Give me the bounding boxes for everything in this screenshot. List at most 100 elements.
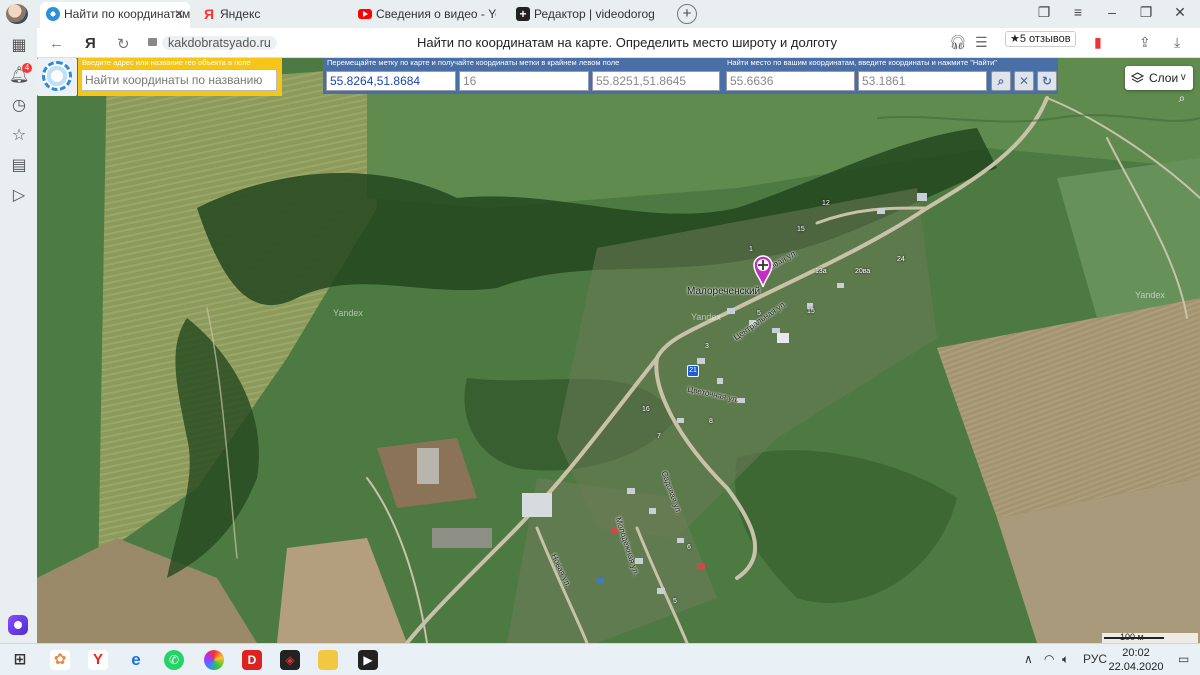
restore-button[interactable]: ❐ [1136, 4, 1156, 21]
bookmark-icon[interactable]: ▮ [1094, 34, 1102, 51]
tab-youtube[interactable]: Сведения о видео - YouTu [352, 2, 502, 28]
volume-icon[interactable]: 🔈︎ [1062, 652, 1069, 667]
share-icon[interactable]: ⇪ [1139, 34, 1151, 51]
search-caption: Введите адрес или название гео объекта в… [82, 58, 251, 67]
map-watermark: Yandex [333, 308, 363, 318]
edge-icon[interactable]: e [126, 650, 146, 670]
notifications-icon[interactable]: ▭ [1178, 652, 1189, 666]
windows-taskbar: ⊞ ✿ Y e ✆ D ◈ ▶ ∧ ◠ 🔈︎ РУС 20:02 22.04.2… [0, 643, 1200, 675]
tab-title: Сведения о видео - YouTu [376, 7, 496, 21]
windows-start-icon[interactable]: ⊞ [10, 650, 30, 670]
tab-title: Яндекс [220, 7, 261, 21]
download-icon[interactable]: ⤓ [1174, 34, 1180, 51]
refresh-icon[interactable]: ↻ [1037, 71, 1057, 91]
zoom-field[interactable]: 16 [459, 71, 589, 91]
photos-pinwheel-icon[interactable] [204, 650, 224, 670]
whatsapp-icon[interactable]: ✆ [164, 650, 184, 670]
headphones-icon[interactable]: 🎧︎ [949, 34, 967, 51]
url-field[interactable]: kakdobratsyado.ru [148, 34, 277, 52]
media-app-icon[interactable]: ◈ [280, 650, 300, 670]
tab-title: Редактор | videodorogross [534, 7, 654, 21]
address-bar: ← Я ↻ kakdobratsyado.ru Найти по координ… [37, 28, 1200, 58]
reviews-button[interactable]: ★5 отзывов [1005, 31, 1076, 47]
layers-icon [1131, 72, 1144, 83]
marker-coordinates-field[interactable]: 55.8264,51.8684 [326, 71, 456, 91]
house-number: 20ва [855, 268, 871, 275]
location-marker-icon[interactable] [752, 254, 774, 288]
plus-box-icon: + [516, 7, 530, 21]
new-tab-button[interactable]: + [677, 4, 697, 24]
tab-yandex[interactable]: Я Яндекс [196, 2, 336, 28]
search-input[interactable] [81, 69, 277, 91]
favorites-star-icon[interactable]: ☆ [9, 126, 29, 146]
map-watermark: Yandex [1135, 290, 1165, 300]
close-window-button[interactable]: ✕ [1170, 4, 1190, 21]
house-number: 15 [797, 226, 805, 233]
find-caption: Найти место по вашим координатам, введит… [727, 58, 997, 67]
map-imagery [37, 58, 1200, 643]
play-circle-icon[interactable]: ▷ [9, 186, 29, 206]
collections-icon[interactable]: ▤ [9, 156, 29, 176]
house-number: 12 [822, 200, 830, 207]
menu-icon[interactable]: ≡ [1068, 4, 1088, 20]
find-by-coordinates-panel: Найти место по вашим координатам, введит… [723, 58, 1058, 94]
tab-title: Найти по координатам [64, 7, 190, 21]
coordinates-caption: Перемещайте метку по карте и получайте к… [327, 58, 620, 67]
longitude-field[interactable]: 53.1861 [858, 71, 987, 91]
clock[interactable]: 20:02 22.04.2020 [1106, 646, 1166, 674]
globe-icon [46, 7, 60, 21]
app-flower-icon[interactable]: ✿ [50, 650, 70, 670]
reader-mode-icon[interactable]: ☰ [975, 34, 988, 51]
reload-icon[interactable]: ↻ [117, 35, 130, 53]
video-player-icon[interactable]: ▶ [358, 650, 378, 670]
clock-time: 20:02 [1122, 647, 1150, 659]
house-number: 16 [642, 406, 650, 413]
house-number: 6 [687, 544, 691, 551]
yandex-button[interactable]: Я [85, 35, 96, 52]
yandex-icon: Я [203, 6, 215, 22]
language-indicator[interactable]: РУС [1083, 652, 1107, 666]
site-logo[interactable] [37, 58, 77, 96]
close-tab-icon[interactable]: ✕ [174, 2, 184, 26]
house-number: 8 [709, 418, 713, 425]
village-label: Малореченский [687, 286, 761, 297]
back-arrow-icon[interactable]: ← [49, 35, 64, 52]
yandex-browser-icon[interactable]: Y [88, 650, 108, 670]
house-number: 13а [815, 268, 827, 275]
page-title: Найти по координатам на карте. Определит… [416, 35, 838, 50]
bookmarks-panel-icon[interactable]: ❐ [1034, 4, 1054, 21]
layers-label: Слои [1149, 71, 1179, 85]
file-explorer-icon[interactable] [318, 650, 338, 670]
history-icon[interactable]: ◷ [9, 96, 29, 116]
latitude-field[interactable]: 55.6636 [726, 71, 855, 91]
tray-expand-icon[interactable]: ∧ [1024, 652, 1033, 666]
coordinates-panel: Перемещайте метку по карте и получайте к… [323, 58, 723, 94]
tab-strip: Найти по координатам ✕ Я Яндекс Сведения… [0, 0, 1200, 28]
browser-sidebar: ▦ 🔔︎ 4 ◷ ☆ ▤ ▷ [0, 28, 37, 643]
satellite-map[interactable]: Малореченский Центральная ул. Цветочная … [37, 58, 1200, 643]
map-zoom-icon[interactable]: ⌕ [1172, 88, 1192, 108]
search-icon[interactable]: ⌕ [991, 71, 1011, 91]
search-panel: Введите адрес или название гео объекта в… [78, 58, 282, 96]
house-number: 1 [749, 246, 753, 253]
logo-emblem-icon [42, 61, 72, 91]
scale-label: 100 м [1120, 632, 1144, 642]
tab-find-coordinates[interactable]: Найти по координатам ✕ [40, 2, 190, 28]
alice-assistant-icon[interactable] [8, 615, 28, 635]
clear-icon[interactable]: ✕ [1014, 71, 1034, 91]
map-scale: 100 м [1102, 632, 1198, 643]
wifi-icon[interactable]: ◠ [1044, 652, 1054, 666]
minimize-button[interactable]: – [1102, 4, 1122, 20]
layers-button[interactable]: Слои ∨ [1125, 66, 1193, 90]
tab-editor[interactable]: + Редактор | videodorogross [510, 2, 660, 28]
davinci-resolve-icon[interactable]: D [242, 650, 262, 670]
house-number: 5 [757, 310, 761, 317]
house-number: 5 [673, 598, 677, 605]
apps-grid-icon[interactable]: ▦ [9, 36, 29, 56]
corner-coordinates-field[interactable]: 55.8251,51.8645 [592, 71, 720, 91]
profile-avatar[interactable] [6, 4, 28, 24]
lock-icon [148, 38, 157, 46]
chevron-down-icon: ∨ [1179, 72, 1187, 83]
house-number: 24 [897, 256, 905, 263]
url-text: kakdobratsyado.ru [162, 36, 277, 50]
